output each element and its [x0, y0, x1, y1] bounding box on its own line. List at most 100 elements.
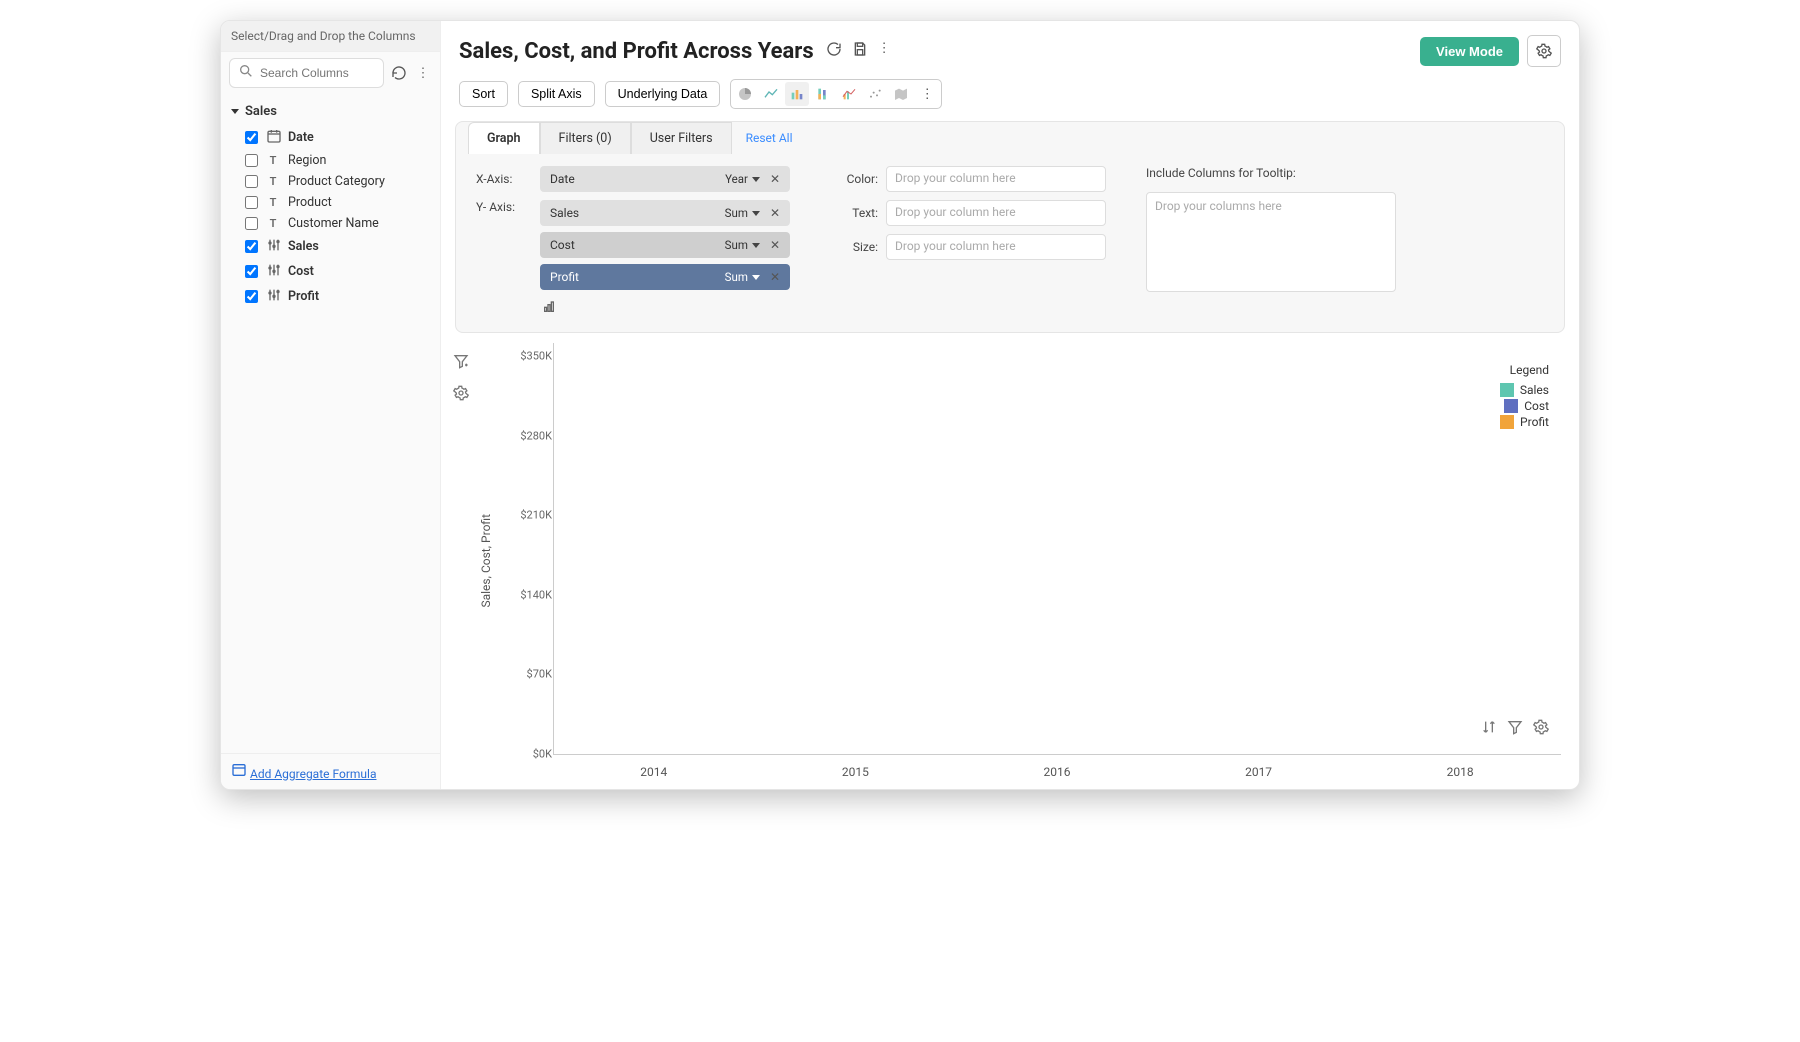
tooltip-columns-label: Include Columns for Tooltip: — [1146, 166, 1396, 180]
y-chip-field: Sales — [550, 206, 719, 220]
main-panel: Sales, Cost, and Profit Across Years ⋮ V… — [441, 21, 1579, 789]
column-item[interactable]: T Product Category — [227, 171, 434, 192]
columns-sidebar: Select/Drag and Drop the Columns ⋮ Sales… — [221, 21, 441, 789]
y-tick-label: $210K — [498, 509, 552, 522]
search-columns-input[interactable] — [260, 66, 375, 80]
legend-item[interactable]: Sales — [1500, 383, 1549, 397]
chart-type-map-icon[interactable] — [889, 82, 913, 106]
tab-filters[interactable]: Filters (0) — [540, 122, 631, 154]
settings-button[interactable] — [1527, 35, 1561, 67]
chart-sort-icon[interactable] — [1481, 719, 1497, 739]
chart-filter-icon[interactable] — [453, 353, 469, 373]
column-item[interactable]: T Product — [227, 192, 434, 213]
chart-type-pie-icon[interactable] — [733, 82, 757, 106]
size-shelf-label: Size: — [830, 240, 878, 254]
chart-area: Sales, Cost, Profit $350K$280K$210K$140K… — [441, 333, 1579, 789]
column-label: Product Category — [288, 174, 385, 189]
column-type-icon: T — [266, 175, 280, 188]
column-label: Customer Name — [288, 216, 379, 231]
legend-swatch — [1500, 383, 1514, 397]
column-item[interactable]: Date — [227, 125, 434, 150]
columns-more-icon[interactable]: ⋮ — [414, 64, 432, 82]
tab-graph[interactable]: Graph — [468, 122, 540, 154]
column-checkbox[interactable] — [245, 240, 258, 253]
y-axis-chip[interactable]: Sales Sum ✕ — [540, 200, 790, 226]
chart-type-stacked-icon[interactable] — [811, 82, 835, 106]
column-group-label: Sales — [245, 104, 277, 119]
tab-user-filters[interactable]: User Filters — [631, 122, 732, 154]
column-checkbox[interactable] — [245, 175, 258, 188]
column-checkbox[interactable] — [245, 196, 258, 209]
chart-type-bar-icon[interactable] — [785, 82, 809, 106]
x-tick-label: 2014 — [553, 765, 755, 779]
legend-item[interactable]: Cost — [1500, 399, 1549, 413]
chart-filter2-icon[interactable] — [1507, 719, 1523, 739]
column-item[interactable]: Profit — [227, 284, 434, 309]
view-mode-button[interactable]: View Mode — [1420, 37, 1519, 66]
y-chip-agg: Sum — [725, 238, 748, 252]
column-checkbox[interactable] — [245, 131, 258, 144]
column-label: Date — [288, 130, 314, 145]
tooltip-dropzone[interactable]: Drop your columns here — [1146, 192, 1396, 292]
remove-y-chip-icon[interactable]: ✕ — [766, 206, 784, 220]
column-checkbox[interactable] — [245, 290, 258, 303]
split-axis-button[interactable]: Split Axis — [518, 81, 595, 107]
column-group-sales[interactable]: Sales — [227, 98, 434, 125]
legend-item[interactable]: Profit — [1500, 415, 1549, 429]
chevron-down-icon — [752, 177, 760, 182]
legend-swatch — [1500, 415, 1514, 429]
refresh-columns-icon[interactable] — [390, 64, 408, 82]
color-dropzone[interactable]: Drop your column here — [886, 166, 1106, 192]
column-checkbox[interactable] — [245, 217, 258, 230]
refresh-icon[interactable] — [826, 41, 842, 61]
y-tick-label: $140K — [498, 588, 552, 601]
column-item[interactable]: Cost — [227, 259, 434, 284]
chart-legend: Legend Sales Cost Profit — [1500, 363, 1549, 431]
graph-config-panel: Graph Filters (0) User Filters Reset All… — [455, 121, 1565, 333]
x-axis-chip[interactable]: Date Year ✕ — [540, 166, 790, 192]
column-type-icon — [266, 287, 280, 306]
chart-type-combo-icon[interactable] — [837, 82, 861, 106]
add-aggregate-formula-link[interactable]: Add Aggregate Formula — [250, 767, 377, 781]
chevron-down-icon — [752, 211, 760, 216]
remove-x-chip-icon[interactable]: ✕ — [766, 172, 784, 186]
column-label: Cost — [288, 264, 314, 279]
y-chip-agg: Sum — [725, 206, 748, 220]
x-tick-label: 2015 — [755, 765, 957, 779]
chart-type-line-icon[interactable] — [759, 82, 783, 106]
axis-marker-icon[interactable] — [540, 298, 560, 318]
chart-type-selector: ⋮ — [730, 79, 942, 109]
search-columns-box[interactable] — [229, 58, 384, 88]
column-type-icon — [266, 262, 280, 281]
y-chip-field: Profit — [550, 270, 719, 284]
chart-settings-icon[interactable] — [453, 385, 469, 405]
chart-gear-icon[interactable] — [1533, 719, 1549, 739]
remove-y-chip-icon[interactable]: ✕ — [766, 270, 784, 284]
column-checkbox[interactable] — [245, 265, 258, 278]
x-axis-grain: Year — [725, 172, 748, 186]
formula-icon — [231, 767, 250, 781]
chart-type-scatter-icon[interactable] — [863, 82, 887, 106]
column-label: Profit — [288, 289, 319, 304]
y-axis-chip[interactable]: Profit Sum ✕ — [540, 264, 790, 290]
underlying-data-button[interactable]: Underlying Data — [605, 81, 721, 107]
legend-title: Legend — [1500, 363, 1549, 377]
column-label: Product — [288, 195, 332, 210]
page-title: Sales, Cost, and Profit Across Years — [459, 39, 814, 64]
y-axis-chip[interactable]: Cost Sum ✕ — [540, 232, 790, 258]
column-item[interactable]: Sales — [227, 234, 434, 259]
column-type-icon: T — [266, 154, 280, 167]
chart-type-more-icon[interactable]: ⋮ — [915, 82, 939, 106]
reset-all-link[interactable]: Reset All — [746, 131, 793, 145]
title-more-icon[interactable]: ⋮ — [878, 41, 891, 61]
save-icon[interactable] — [852, 41, 868, 61]
x-tick-label: 2017 — [1158, 765, 1360, 779]
chevron-down-icon — [752, 275, 760, 280]
size-dropzone[interactable]: Drop your column here — [886, 234, 1106, 260]
remove-y-chip-icon[interactable]: ✕ — [766, 238, 784, 252]
column-item[interactable]: T Customer Name — [227, 213, 434, 234]
column-item[interactable]: T Region — [227, 150, 434, 171]
text-dropzone[interactable]: Drop your column here — [886, 200, 1106, 226]
column-checkbox[interactable] — [245, 154, 258, 167]
sort-button[interactable]: Sort — [459, 81, 508, 107]
